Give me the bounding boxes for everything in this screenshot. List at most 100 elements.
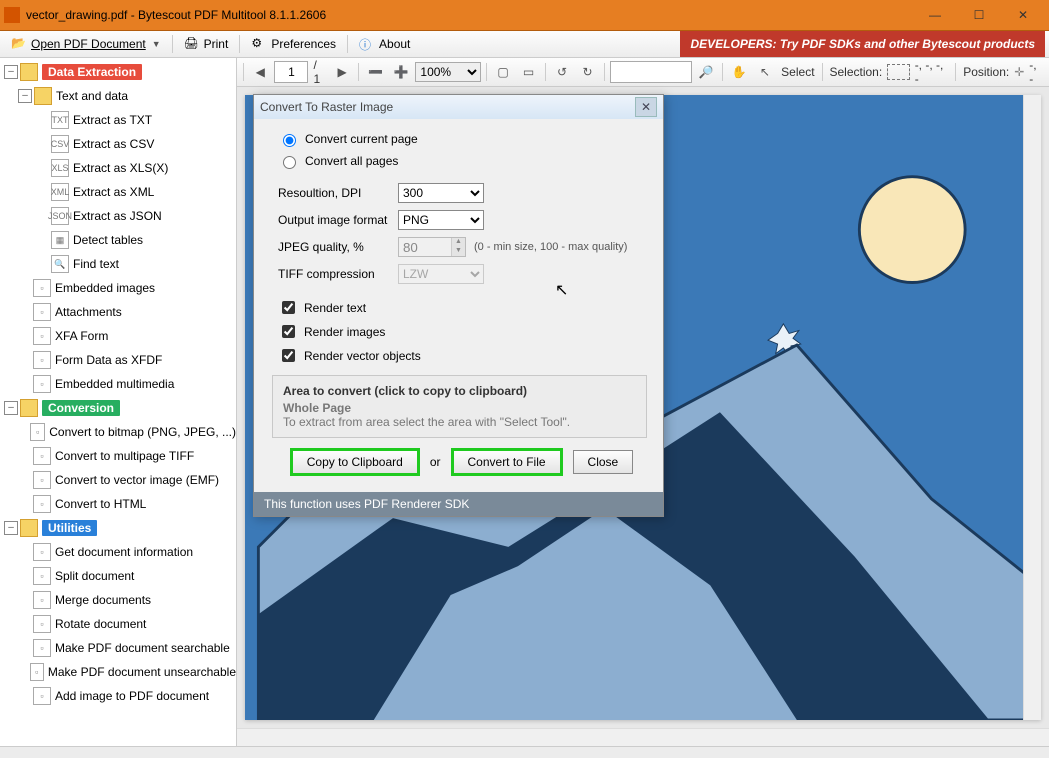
fit-width-button[interactable]: ▭ <box>517 60 540 84</box>
chevron-down-icon: ▼ <box>152 39 161 49</box>
tree-item[interactable]: ▫Form Data as XFDF <box>0 348 236 372</box>
status-bar <box>0 746 1049 758</box>
menu-bar: 📂 Open PDF Document ▼ 🖨 Print ⚙ Preferen… <box>0 31 1049 58</box>
file-icon: ▫ <box>33 471 51 489</box>
vertical-scrollbar[interactable] <box>1023 95 1041 720</box>
hand-tool-button[interactable]: ✋ <box>728 60 751 84</box>
zoom-out-button[interactable]: ➖ <box>364 60 387 84</box>
render-images-check[interactable] <box>282 325 295 338</box>
tree-item[interactable]: ▫Embedded images <box>0 276 236 300</box>
convert-file-button[interactable]: Convert to File <box>453 450 561 474</box>
tree-utilities[interactable]: –Utilities <box>0 516 236 540</box>
convert-all-pages-radio[interactable] <box>283 156 296 169</box>
file-icon: ▫ <box>33 639 51 657</box>
tree-item[interactable]: ▫Convert to HTML <box>0 492 236 516</box>
dialog-close-button[interactable]: ✕ <box>635 97 657 117</box>
maximize-button[interactable]: ☐ <box>957 1 1001 29</box>
tree-item[interactable]: CSVExtract as CSV <box>0 132 236 156</box>
file-icon: JSON <box>51 207 69 225</box>
rotate-ccw-button[interactable]: ↺ <box>551 60 574 84</box>
close-window-button[interactable]: ✕ <box>1001 1 1045 29</box>
file-icon: XML <box>51 183 69 201</box>
tree-item[interactable]: ▫Attachments <box>0 300 236 324</box>
tree-item[interactable]: JSONExtract as JSON <box>0 204 236 228</box>
convert-current-page-radio[interactable] <box>283 134 296 147</box>
tree-item[interactable]: ▫Add image to PDF document <box>0 684 236 708</box>
file-icon: ▫ <box>33 591 51 609</box>
selection-rect-icon <box>887 64 910 80</box>
zoom-in-button[interactable]: ➕ <box>390 60 413 84</box>
file-icon: ▫ <box>33 615 51 633</box>
tree-item[interactable]: ▫XFA Form <box>0 324 236 348</box>
file-icon: CSV <box>51 135 69 153</box>
about-button[interactable]: ⓘ About <box>352 33 417 55</box>
next-page-button[interactable]: ▶ <box>331 60 354 84</box>
title-bar: vector_drawing.pdf - Bytescout PDF Multi… <box>0 0 1049 31</box>
file-icon: ▫ <box>33 327 51 345</box>
zoom-select[interactable]: 100% <box>415 62 480 82</box>
dialog-title: Convert To Raster Image <box>260 100 393 114</box>
file-icon: 🔍 <box>51 255 69 273</box>
page-number-input[interactable] <box>274 61 308 83</box>
tree-item[interactable]: TXTExtract as TXT <box>0 108 236 132</box>
file-icon: XLS <box>51 159 69 177</box>
select-tool-label[interactable]: Select <box>781 65 814 79</box>
convert-raster-dialog: Convert To Raster Image ✕ Convert curren… <box>253 94 664 517</box>
sidebar-tree[interactable]: –Data Extraction–Text and dataTXTExtract… <box>0 58 237 746</box>
tree-item[interactable]: ▫Convert to vector image (EMF) <box>0 468 236 492</box>
tiff-compression-select: LZW <box>398 264 484 284</box>
tree-item[interactable]: ▫Embedded multimedia <box>0 372 236 396</box>
print-button[interactable]: 🖨 Print <box>177 33 236 55</box>
selection-value: -, -, -, - <box>915 58 949 86</box>
dev-banner[interactable]: DEVELOPERS: Try PDF SDKs and other Bytes… <box>680 31 1045 57</box>
find-input[interactable] <box>610 61 692 83</box>
preferences-button[interactable]: ⚙ Preferences <box>244 33 343 55</box>
file-icon: ▫ <box>33 447 51 465</box>
tree-conversion[interactable]: –Conversion <box>0 396 236 420</box>
tree-item[interactable]: ▫Split document <box>0 564 236 588</box>
resolution-select[interactable]: 300 <box>398 183 484 203</box>
position-value: -, - <box>1029 58 1043 86</box>
window-title: vector_drawing.pdf - Bytescout PDF Multi… <box>26 8 913 22</box>
tree-item[interactable]: ▫Rotate document <box>0 612 236 636</box>
folder-icon <box>34 87 52 105</box>
document-toolbar: ◀ / 1 ▶ ➖ ➕ 100% ▢ ▭ ↺ ↻ 🔎 ✋ ↖ Select Se… <box>237 58 1049 87</box>
horizontal-scrollbar[interactable] <box>237 728 1049 746</box>
fit-page-button[interactable]: ▢ <box>492 60 515 84</box>
select-tool-icon[interactable]: ↖ <box>754 60 777 84</box>
tree-item[interactable]: ▫Make PDF document searchable <box>0 636 236 660</box>
area-to-convert-panel[interactable]: Area to convert (click to copy to clipbo… <box>272 375 647 438</box>
tree-item[interactable]: ▫Convert to bitmap (PNG, JPEG, ...) <box>0 420 236 444</box>
dialog-titlebar[interactable]: Convert To Raster Image ✕ <box>254 95 663 119</box>
minimize-button[interactable]: — <box>913 1 957 29</box>
rotate-cw-button[interactable]: ↻ <box>576 60 599 84</box>
format-select[interactable]: PNG <box>398 210 484 230</box>
tree-item[interactable]: XLSExtract as XLS(X) <box>0 156 236 180</box>
tree-item[interactable]: ▫Make PDF document unsearchable <box>0 660 236 684</box>
file-icon: ▫ <box>33 567 51 585</box>
prev-page-button[interactable]: ◀ <box>249 60 272 84</box>
file-icon: ▫ <box>30 663 44 681</box>
tree-item[interactable]: ▫Get document information <box>0 540 236 564</box>
file-icon: TXT <box>51 111 69 129</box>
render-text-check[interactable] <box>282 301 295 314</box>
printer-icon: 🖨 <box>184 36 200 52</box>
open-pdf-button[interactable]: 📂 Open PDF Document ▼ <box>4 33 168 55</box>
tree-item[interactable]: ▫Merge documents <box>0 588 236 612</box>
tree-item[interactable]: XMLExtract as XML <box>0 180 236 204</box>
tree-item[interactable]: 🔍Find text <box>0 252 236 276</box>
render-vector-check[interactable] <box>282 349 295 362</box>
gear-icon: ⚙ <box>251 36 267 52</box>
tree-text-and-data[interactable]: –Text and data <box>0 84 236 108</box>
close-button[interactable]: Close <box>573 450 634 474</box>
find-button[interactable]: 🔎 <box>695 60 718 84</box>
folder-open-icon: 📂 <box>11 36 27 52</box>
file-icon: ▫ <box>33 687 51 705</box>
file-icon: ▫ <box>33 279 51 297</box>
tree-item[interactable]: ▫Convert to multipage TIFF <box>0 444 236 468</box>
tree-data-extraction[interactable]: –Data Extraction <box>0 60 236 84</box>
tree-item[interactable]: ▦Detect tables <box>0 228 236 252</box>
page-count-label: / 1 <box>313 58 325 86</box>
copy-clipboard-button[interactable]: Copy to Clipboard <box>292 450 418 474</box>
crosshair-icon: ✛ <box>1014 65 1024 79</box>
